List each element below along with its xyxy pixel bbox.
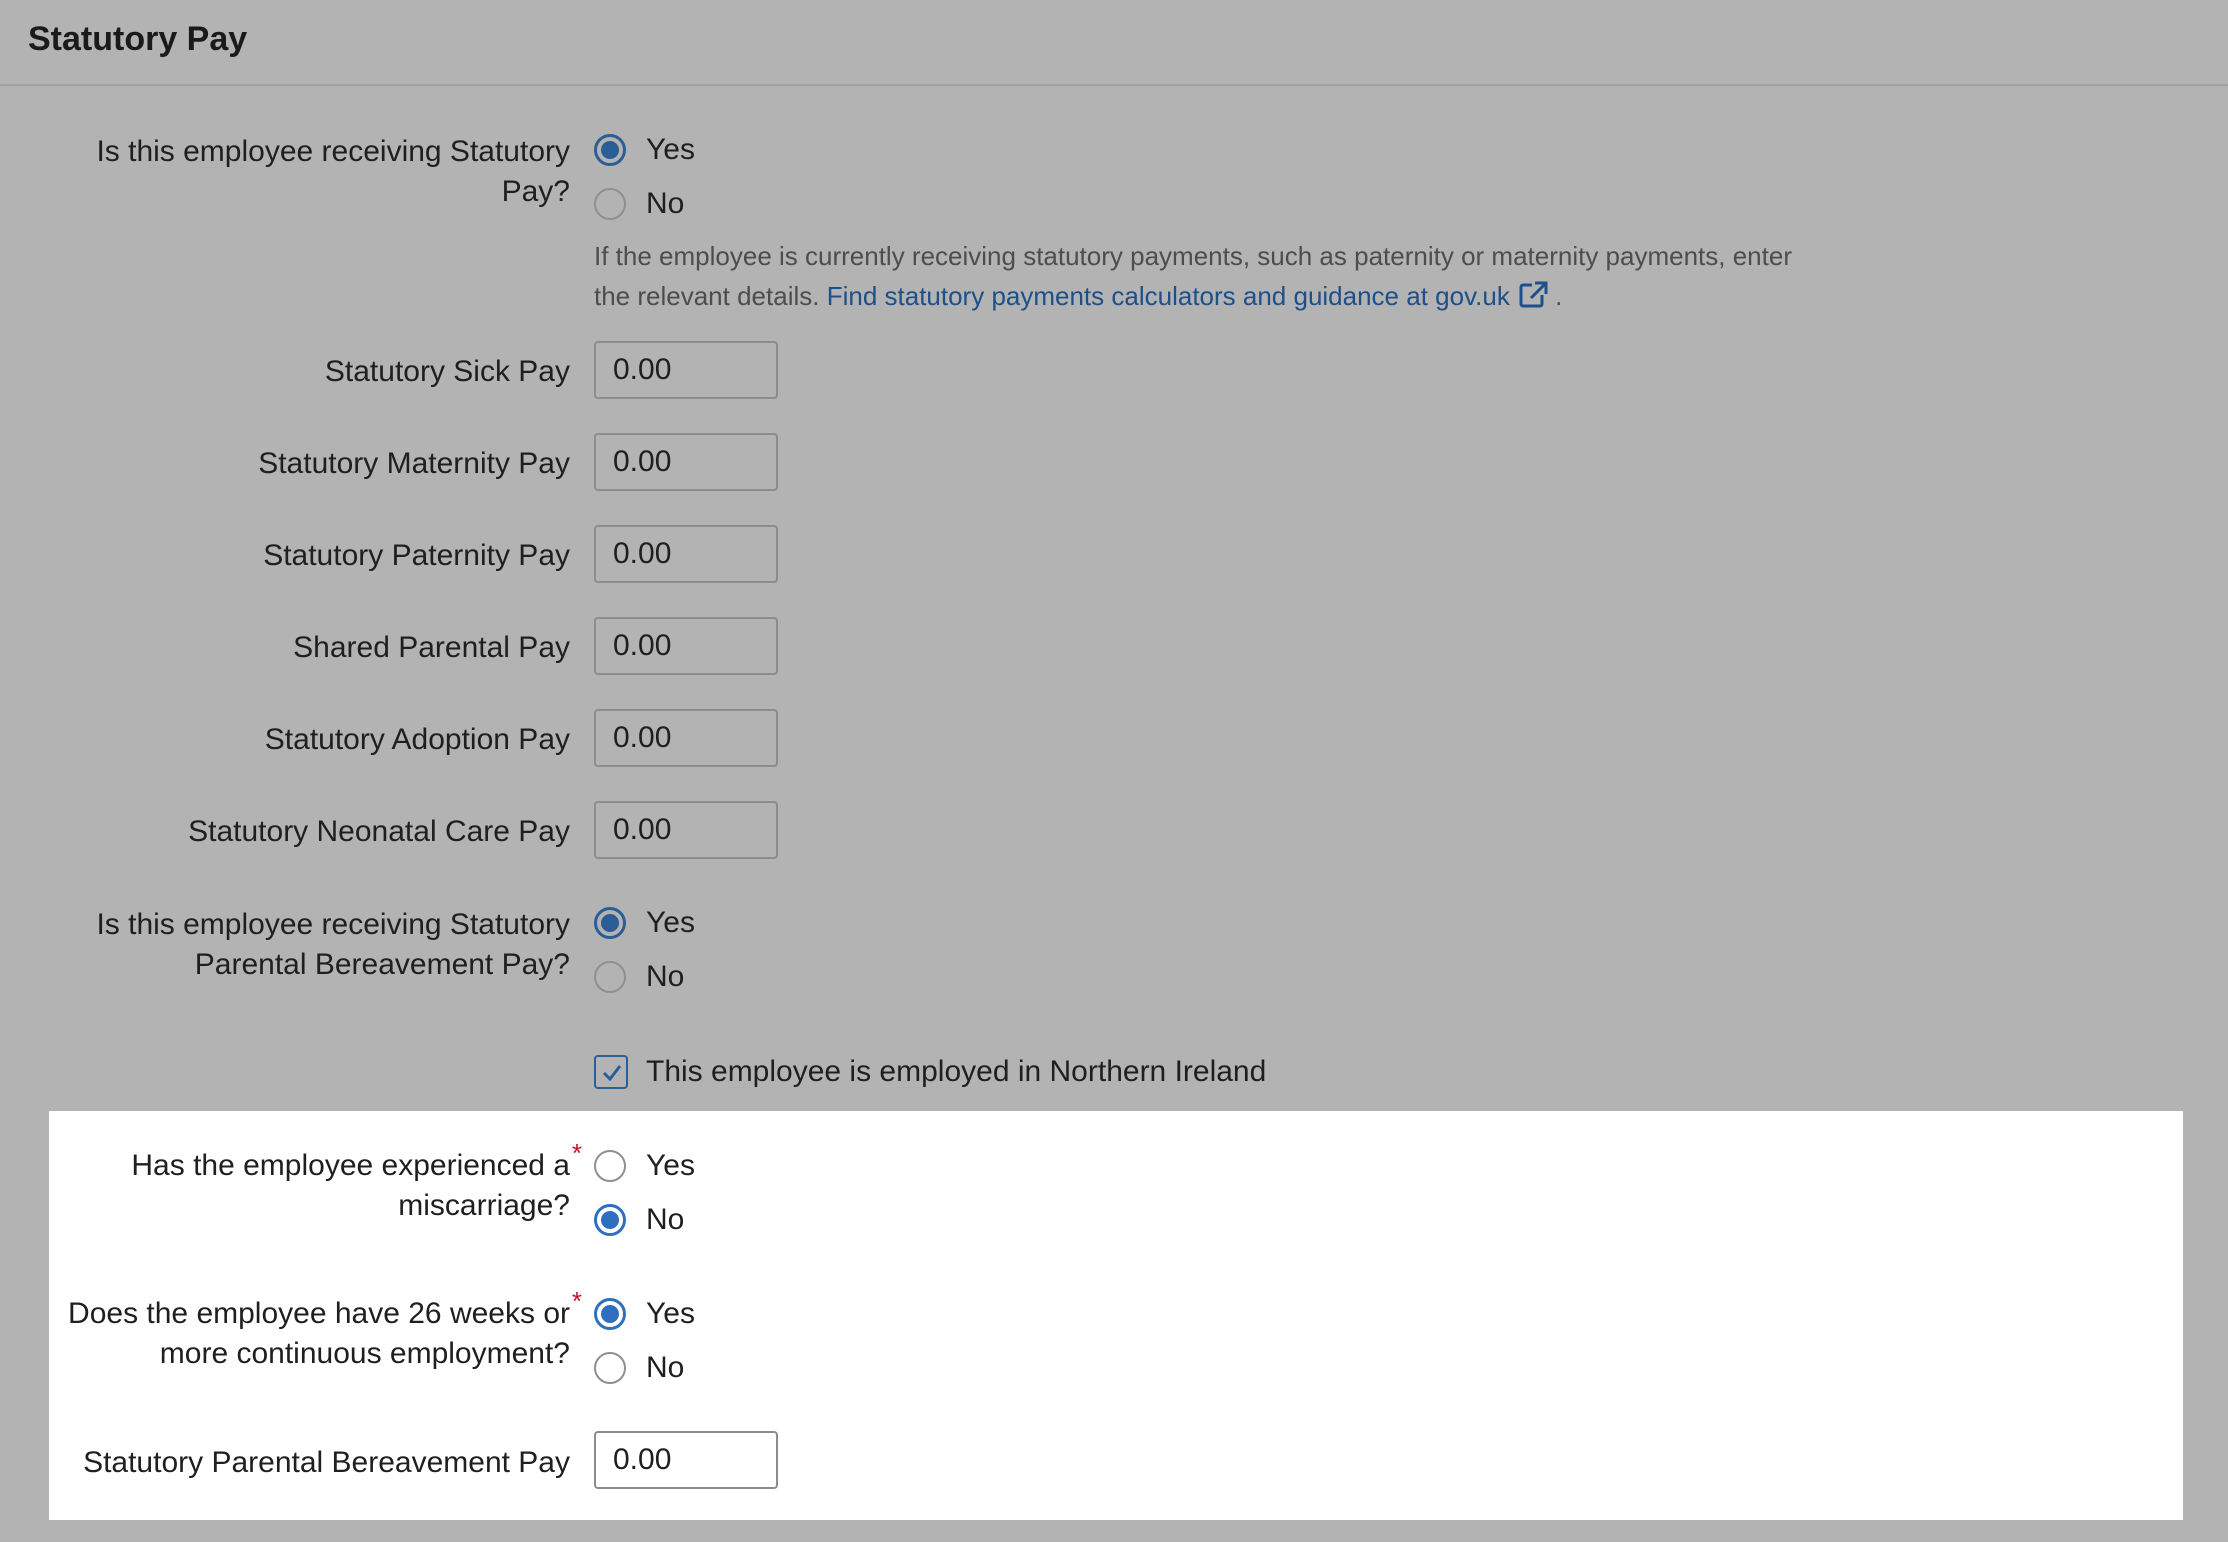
statutory-sick-pay-input[interactable] (594, 341, 778, 399)
continuous-employment-no-option[interactable]: No (594, 1348, 684, 1388)
highlighted-panel: * Has the employee experienced a miscarr… (49, 1111, 2183, 1520)
shared-parental-pay-label: Shared Parental Pay (293, 631, 570, 664)
miscarriage-yes-option[interactable]: Yes (594, 1146, 695, 1186)
receiving-statutory-yes-radio[interactable] (594, 134, 626, 166)
statutory-neonatal-care-pay-input[interactable] (594, 801, 778, 859)
spbp-label: Statutory Parental Bereavement Pay (83, 1446, 570, 1479)
help-text: If the employee is currently receiving s… (594, 236, 1824, 320)
continuous-employment-yes-option[interactable]: Yes (594, 1294, 695, 1334)
receiving-statutory-yes-option[interactable]: Yes (594, 130, 695, 170)
section-header: Statutory Pay (0, 0, 2228, 86)
bereavement-yes-option[interactable]: Yes (594, 903, 695, 943)
statutory-neonatal-care-pay-label: Statutory Neonatal Care Pay (188, 815, 570, 848)
bereavement-no-radio[interactable] (594, 961, 626, 993)
shared-parental-pay-input[interactable] (594, 617, 778, 675)
miscarriage-yes-radio[interactable] (594, 1150, 626, 1182)
miscarriage-no-option[interactable]: No (594, 1200, 684, 1240)
receiving-statutory-no-radio[interactable] (594, 188, 626, 220)
receiving-statutory-no-option[interactable]: No (594, 184, 684, 224)
bereavement-label: Is this employee receiving Statutory Par… (96, 908, 570, 981)
statutory-sick-pay-label: Statutory Sick Pay (324, 355, 570, 388)
northern-ireland-option[interactable]: This employee is employed in Northern Ir… (594, 1052, 1266, 1092)
statutory-paternity-pay-label: Statutory Paternity Pay (263, 539, 570, 572)
required-marker: * (571, 1138, 582, 1168)
continuous-employment-yes-radio[interactable] (594, 1298, 626, 1330)
checkmark-icon (602, 1065, 622, 1082)
continuous-employment-no-radio[interactable] (594, 1352, 626, 1384)
statutory-adoption-pay-input[interactable] (594, 709, 778, 767)
external-link-icon (1518, 280, 1548, 320)
statutory-paternity-pay-input[interactable] (594, 525, 778, 583)
receiving-statutory-label: Is this employee receiving Statutory Pay… (96, 135, 570, 208)
govuk-guidance-link[interactable]: Find statutory payments calculators and … (827, 281, 1555, 311)
spbp-input[interactable] (594, 1431, 778, 1489)
required-marker: * (571, 1286, 582, 1316)
statutory-adoption-pay-label: Statutory Adoption Pay (264, 723, 570, 756)
bereavement-no-option[interactable]: No (594, 957, 684, 997)
northern-ireland-checkbox[interactable] (594, 1055, 628, 1089)
section-title: Statutory Pay (28, 20, 248, 58)
bereavement-yes-radio[interactable] (594, 907, 626, 939)
continuous-employment-label: * Does the employee have 26 weeks or mor… (68, 1286, 582, 1370)
miscarriage-label: * Has the employee experienced a miscarr… (131, 1138, 582, 1222)
statutory-maternity-pay-label: Statutory Maternity Pay (258, 447, 570, 480)
miscarriage-no-radio[interactable] (594, 1204, 626, 1236)
statutory-maternity-pay-input[interactable] (594, 433, 778, 491)
